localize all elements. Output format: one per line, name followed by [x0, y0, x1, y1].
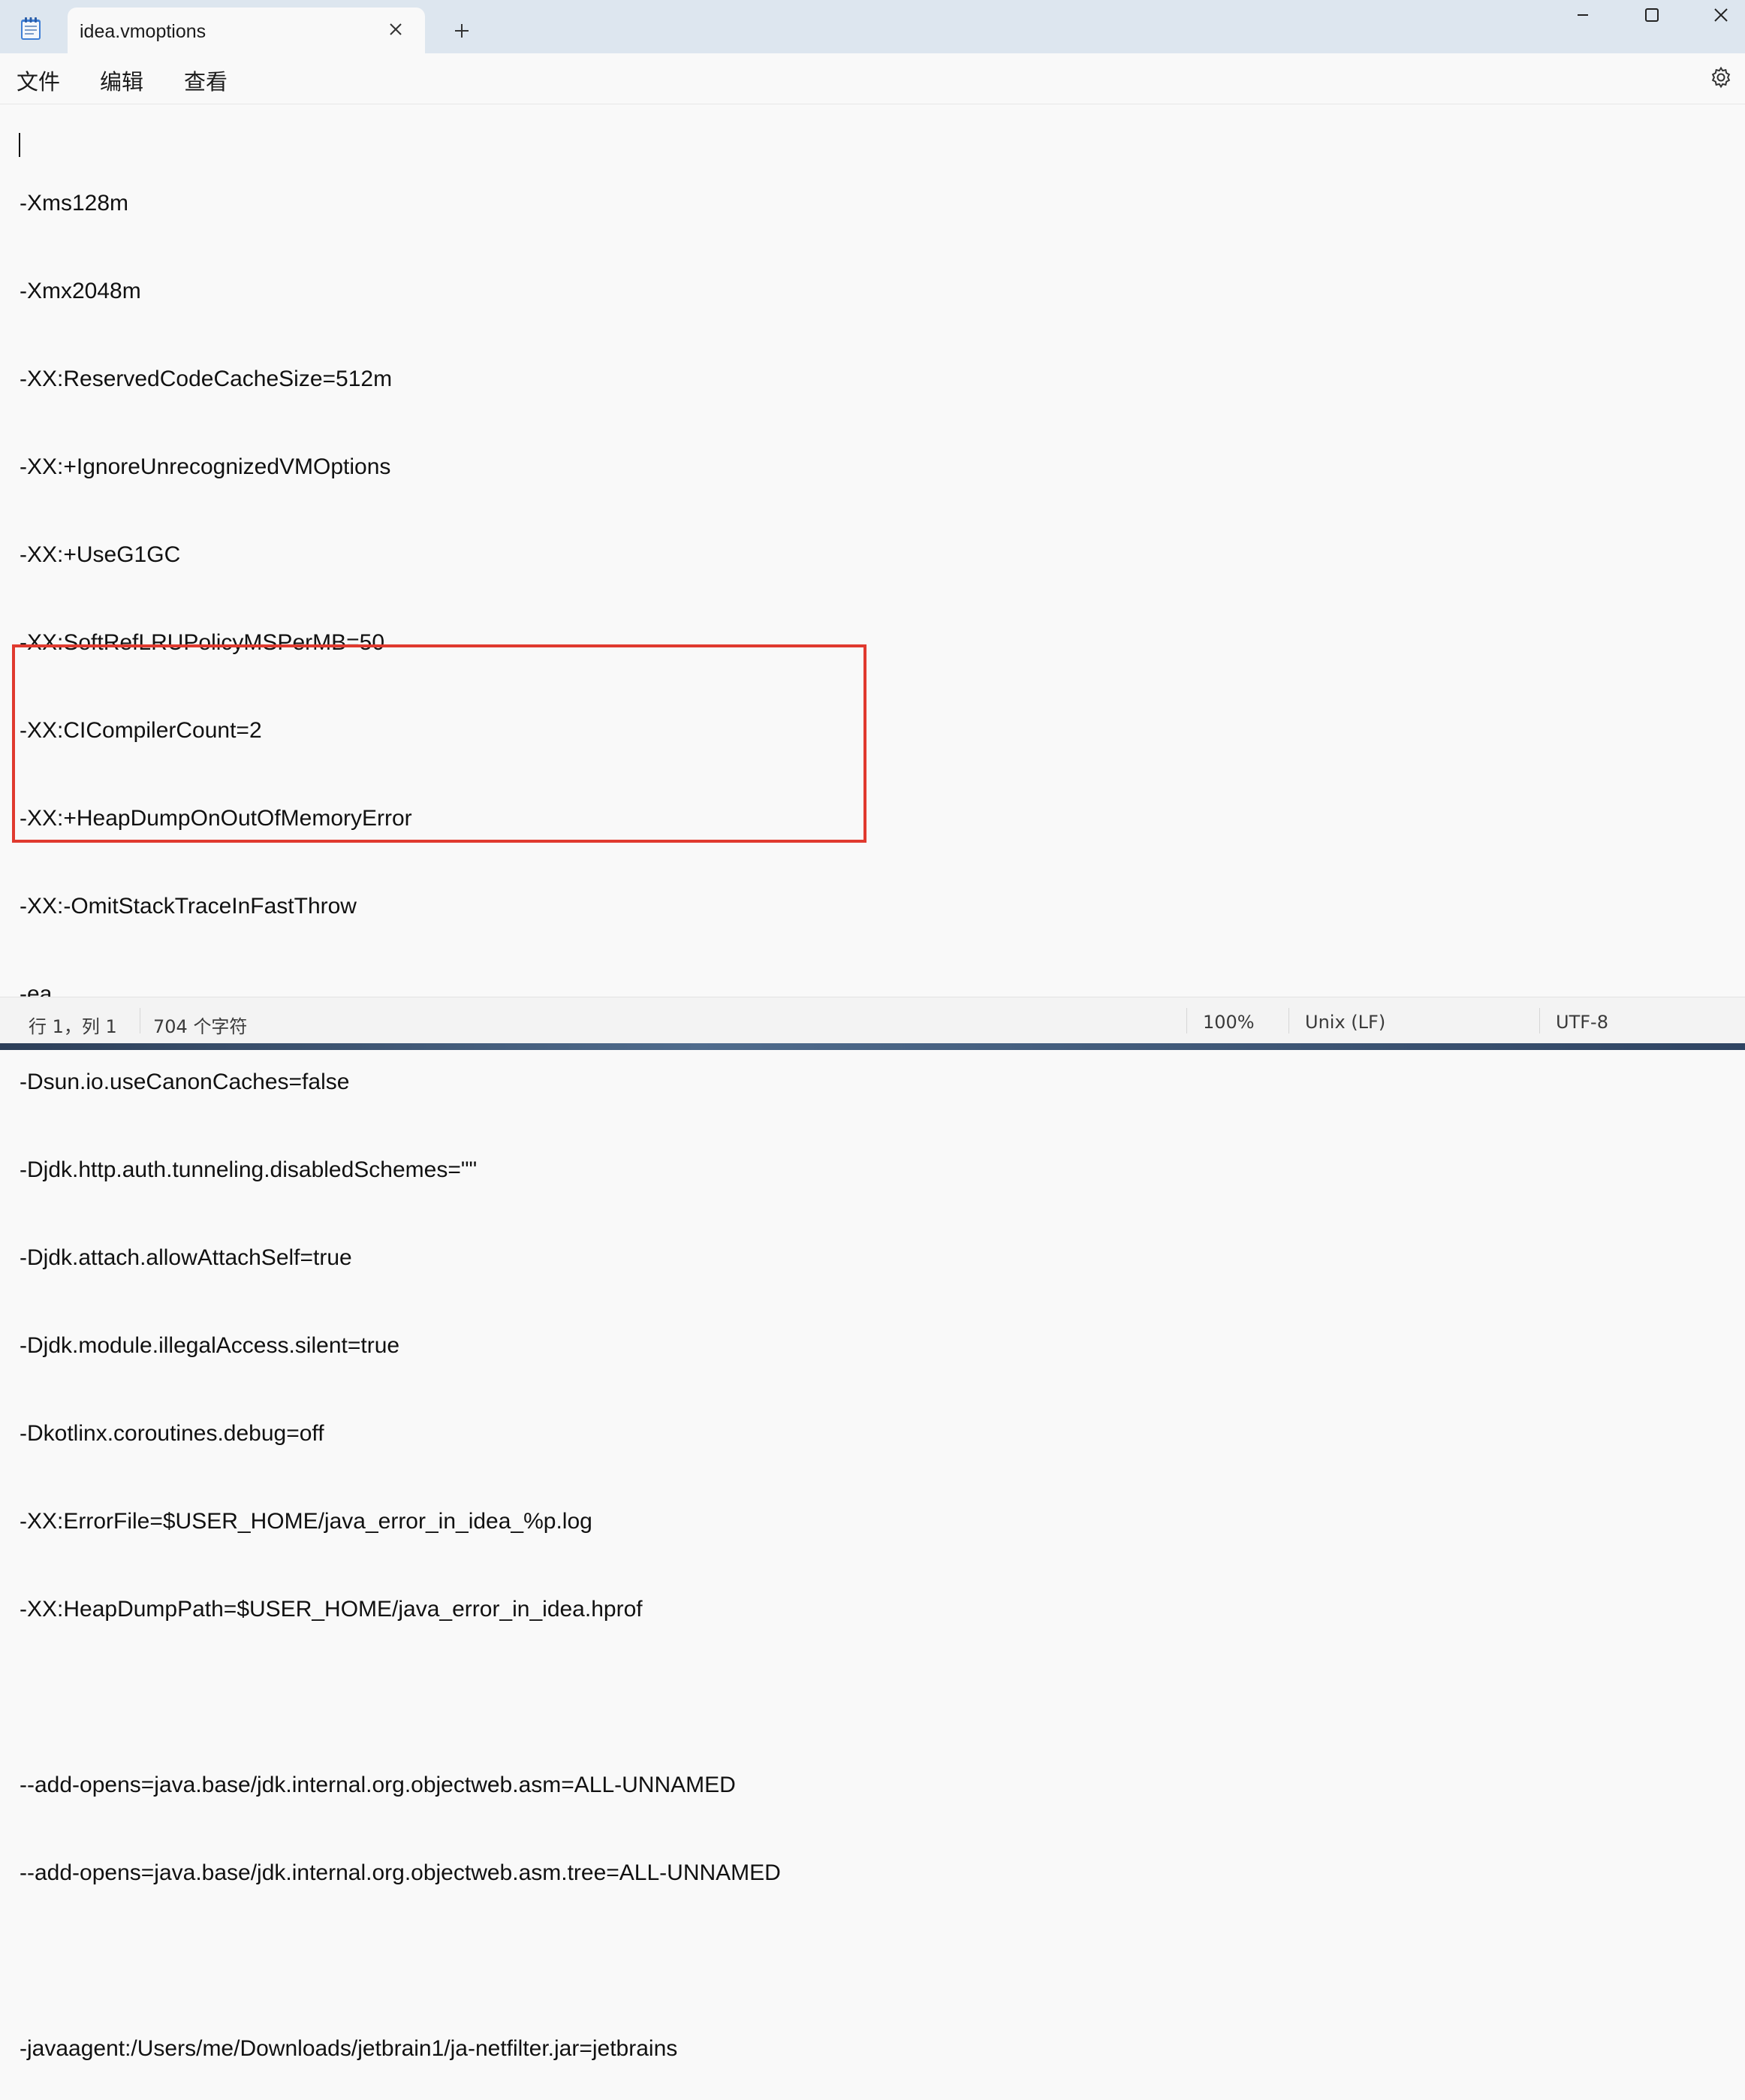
character-count: 704 个字符: [153, 1016, 248, 1037]
maximize-icon: [1645, 8, 1659, 22]
maximize-button[interactable]: [1617, 0, 1686, 30]
notepad-icon: [20, 17, 42, 41]
title-bar: idea.vmoptions: [0, 0, 1745, 53]
code-line: -Dkotlinx.coroutines.debug=off: [20, 1421, 324, 1446]
taskbar-edge: [0, 1043, 1745, 1050]
minimize-icon: [1578, 14, 1588, 16]
line-ending[interactable]: Unix (LF): [1305, 1012, 1385, 1033]
code-line: -XX:HeapDumpPath=$USER_HOME/java_error_i…: [20, 1597, 643, 1622]
code-line: --add-opens=java.base/jdk.internal.org.o…: [20, 1773, 736, 1797]
tab-idea-vmoptions[interactable]: idea.vmoptions: [68, 8, 425, 53]
code-line: -javaagent:/Users/me/Downloads/jetbrain1…: [20, 2036, 678, 2061]
close-icon: [390, 23, 402, 35]
code-line: -XX:ErrorFile=$USER_HOME/java_error_in_i…: [20, 1509, 592, 1534]
highlight-annotation-box: [12, 644, 866, 843]
code-line: -Djdk.module.illegalAccess.silent=true: [20, 1333, 400, 1358]
plus-icon: [455, 24, 469, 38]
settings-button[interactable]: [1707, 64, 1734, 91]
close-icon: [1714, 8, 1728, 22]
zoom-level[interactable]: 100%: [1203, 1012, 1255, 1033]
code-line: -XX:ReservedCodeCacheSize=512m: [20, 367, 393, 391]
code-line: -XX:-OmitStackTraceInFastThrow: [20, 894, 357, 919]
code-line: -XX:+IgnoreUnrecognizedVMOptions: [20, 454, 391, 479]
close-tab-button[interactable]: [384, 18, 407, 41]
status-divider: [1186, 1008, 1187, 1033]
code-line: -Djdk.http.auth.tunneling.disabledScheme…: [20, 1157, 478, 1182]
menu-bar: 文件 编辑 查看: [0, 53, 1745, 104]
text-editor[interactable]: -Xms128m -Xmx2048m -XX:ReservedCodeCache…: [0, 104, 1745, 2061]
code-line: --add-opens=java.base/jdk.internal.org.o…: [20, 1860, 781, 1885]
code-line: -Dsun.io.useCanonCaches=false: [20, 1070, 350, 1094]
code-line: -XX:+UseG1GC: [20, 542, 181, 567]
status-bar: 行 1，列 1 704 个字符 100% Unix (LF) UTF-8: [0, 997, 1745, 1044]
status-divider: [1288, 1008, 1289, 1033]
encoding[interactable]: UTF-8: [1556, 1012, 1608, 1033]
menu-edit[interactable]: 编辑: [100, 65, 143, 96]
code-line: -Xmx2048m: [20, 279, 141, 303]
status-divider: [1539, 1008, 1540, 1033]
close-window-button[interactable]: [1686, 0, 1745, 30]
gear-icon: [1711, 66, 1731, 89]
tab-title: idea.vmoptions: [80, 21, 206, 42]
cursor-position: 行 1，列 1: [29, 1016, 117, 1037]
minimize-button[interactable]: [1548, 0, 1617, 30]
code-line: -Xms128m: [20, 191, 129, 216]
code-line: -Djdk.attach.allowAttachSelf=true: [20, 1245, 352, 1270]
editor-content[interactable]: -Xms128m -Xmx2048m -XX:ReservedCodeCache…: [20, 130, 781, 2100]
menu-file[interactable]: 文件: [17, 65, 60, 96]
menu-view[interactable]: 查看: [184, 65, 228, 96]
new-tab-button[interactable]: [449, 18, 475, 44]
text-caret: [19, 133, 20, 157]
